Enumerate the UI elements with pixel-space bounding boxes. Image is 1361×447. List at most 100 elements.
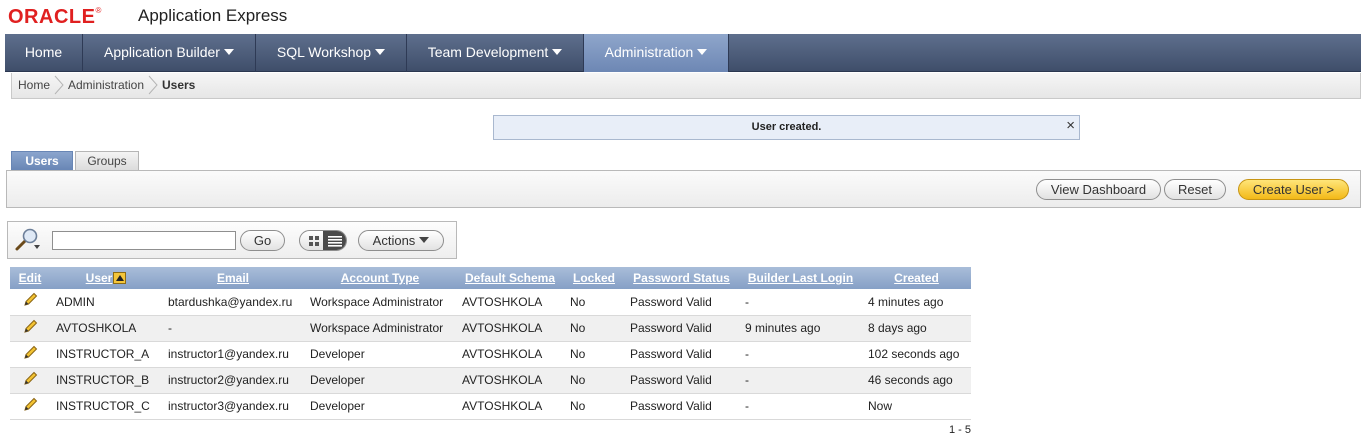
column-header-edit[interactable]: Edit [10, 267, 50, 289]
table-header-row: Edit User Email Account Type Default Sch… [10, 267, 971, 289]
column-header-created[interactable]: Created [862, 267, 971, 289]
registered-mark: ® [95, 6, 102, 15]
tab-groups[interactable]: Groups [75, 151, 139, 170]
account-type-cell: Developer [304, 393, 456, 420]
nav-label: Home [24, 44, 63, 60]
account-type-cell: Workspace Administrator [304, 289, 456, 316]
view-toggle[interactable] [299, 230, 347, 251]
search-input[interactable] [52, 231, 236, 250]
password-status-cell: Password Valid [624, 315, 739, 342]
list-view-icon[interactable] [328, 235, 342, 247]
table-row: AVTOSHKOLA - Workspace Administrator AVT… [10, 315, 971, 342]
nav-application-builder[interactable]: Application Builder [83, 34, 256, 72]
created-cell: 4 minutes ago [862, 289, 971, 316]
column-header-default-schema[interactable]: Default Schema [456, 267, 564, 289]
caret-down-icon [223, 49, 234, 55]
caret-down-icon [552, 49, 563, 55]
view-dashboard-button[interactable]: View Dashboard [1036, 179, 1161, 200]
caret-down-icon [697, 49, 708, 55]
close-icon[interactable]: × [1066, 116, 1075, 136]
nav-administration[interactable]: Administration [584, 34, 729, 72]
column-header-user[interactable]: User [50, 267, 162, 289]
main-nav: Home Application Builder SQL Workshop Te… [5, 34, 1361, 72]
column-header-builder-last-login[interactable]: Builder Last Login [739, 267, 862, 289]
sort-ascending-icon [113, 272, 127, 284]
created-cell: Now [862, 393, 971, 420]
tab-label: Users [25, 154, 59, 168]
column-header-account-type[interactable]: Account Type [304, 267, 456, 289]
password-status-cell: Password Valid [624, 367, 739, 394]
actions-label: Actions [372, 233, 416, 248]
account-type-cell: Developer [304, 367, 456, 394]
logo-text: ORACLE [8, 6, 96, 28]
locked-cell: No [564, 315, 624, 342]
caret-down-icon [375, 49, 386, 55]
edit-cell[interactable] [10, 289, 50, 316]
breadcrumb-administration[interactable]: Administration [68, 73, 144, 98]
create-user-button[interactable]: Create User > [1238, 179, 1349, 200]
user-cell: ADMIN [50, 289, 162, 316]
created-cell: 46 seconds ago [862, 367, 971, 394]
builder-last-login-cell: - [739, 289, 862, 316]
pencil-icon[interactable] [22, 319, 38, 335]
builder-last-login-cell: - [739, 341, 862, 368]
account-type-cell: Workspace Administrator [304, 315, 456, 342]
caret-down-icon [419, 237, 430, 243]
locked-cell: No [564, 341, 624, 368]
default-schema-cell: AVTOSHKOLA [456, 315, 564, 342]
success-notification: User created. × [493, 115, 1080, 140]
password-status-cell: Password Valid [624, 341, 739, 368]
column-header-label: User [85, 271, 113, 285]
report-search-bar: Go Actions [7, 221, 457, 259]
magnifier-icon[interactable] [14, 227, 42, 253]
go-button[interactable]: Go [240, 230, 285, 251]
table-row: INSTRUCTOR_C instructor3@yandex.ru Devel… [10, 393, 971, 420]
column-header-email[interactable]: Email [162, 267, 304, 289]
table-row: INSTRUCTOR_B instructor2@yandex.ru Devel… [10, 367, 971, 394]
table-row: INSTRUCTOR_A instructor1@yandex.ru Devel… [10, 341, 971, 368]
column-header-locked[interactable]: Locked [564, 267, 624, 289]
email-cell: instructor2@yandex.ru [162, 367, 304, 394]
builder-last-login-cell: - [739, 367, 862, 394]
pencil-icon[interactable] [22, 371, 38, 387]
actions-menu-button[interactable]: Actions [358, 230, 444, 251]
builder-last-login-cell: - [739, 393, 862, 420]
password-status-cell: Password Valid [624, 393, 739, 420]
account-type-cell: Developer [304, 341, 456, 368]
email-cell: btardushka@yandex.ru [162, 289, 304, 316]
table-row: ADMIN btardushka@yandex.ru Workspace Adm… [10, 289, 971, 316]
nav-home[interactable]: Home [5, 34, 83, 72]
nav-team-development[interactable]: Team Development [407, 34, 584, 72]
email-cell: instructor1@yandex.ru [162, 341, 304, 368]
oracle-logo: ORACLE® [8, 6, 102, 29]
column-header-password-status[interactable]: Password Status [624, 267, 739, 289]
edit-cell[interactable] [10, 315, 50, 342]
edit-cell[interactable] [10, 393, 50, 420]
breadcrumb-separator-icon [148, 75, 158, 95]
user-cell: AVTOSHKOLA [50, 315, 162, 342]
nav-label: Administration [604, 44, 694, 60]
button-region: View Dashboard Reset Create User > [6, 170, 1361, 208]
edit-cell[interactable] [10, 367, 50, 394]
pencil-icon[interactable] [22, 292, 38, 308]
created-cell: 8 days ago [862, 315, 971, 342]
reset-button[interactable]: Reset [1164, 179, 1226, 200]
list-view-selected [323, 231, 346, 250]
grid-view-icon[interactable] [308, 235, 320, 247]
nav-sql-workshop[interactable]: SQL Workshop [256, 34, 407, 72]
app-title: Application Express [138, 6, 288, 25]
users-report-table: Edit User Email Account Type Default Sch… [10, 267, 971, 420]
locked-cell: No [564, 393, 624, 420]
edit-cell[interactable] [10, 341, 50, 368]
app-header: ORACLE® Application Express [0, 0, 1361, 34]
tab-users[interactable]: Users [11, 151, 73, 170]
builder-last-login-cell: 9 minutes ago [739, 315, 862, 342]
pencil-icon[interactable] [22, 345, 38, 361]
nav-label: Team Development [427, 44, 549, 60]
breadcrumb-home[interactable]: Home [18, 73, 50, 98]
user-cell: INSTRUCTOR_C [50, 393, 162, 420]
default-schema-cell: AVTOSHKOLA [456, 393, 564, 420]
breadcrumb-separator-icon [54, 75, 64, 95]
email-cell: instructor3@yandex.ru [162, 393, 304, 420]
pencil-icon[interactable] [22, 397, 38, 413]
